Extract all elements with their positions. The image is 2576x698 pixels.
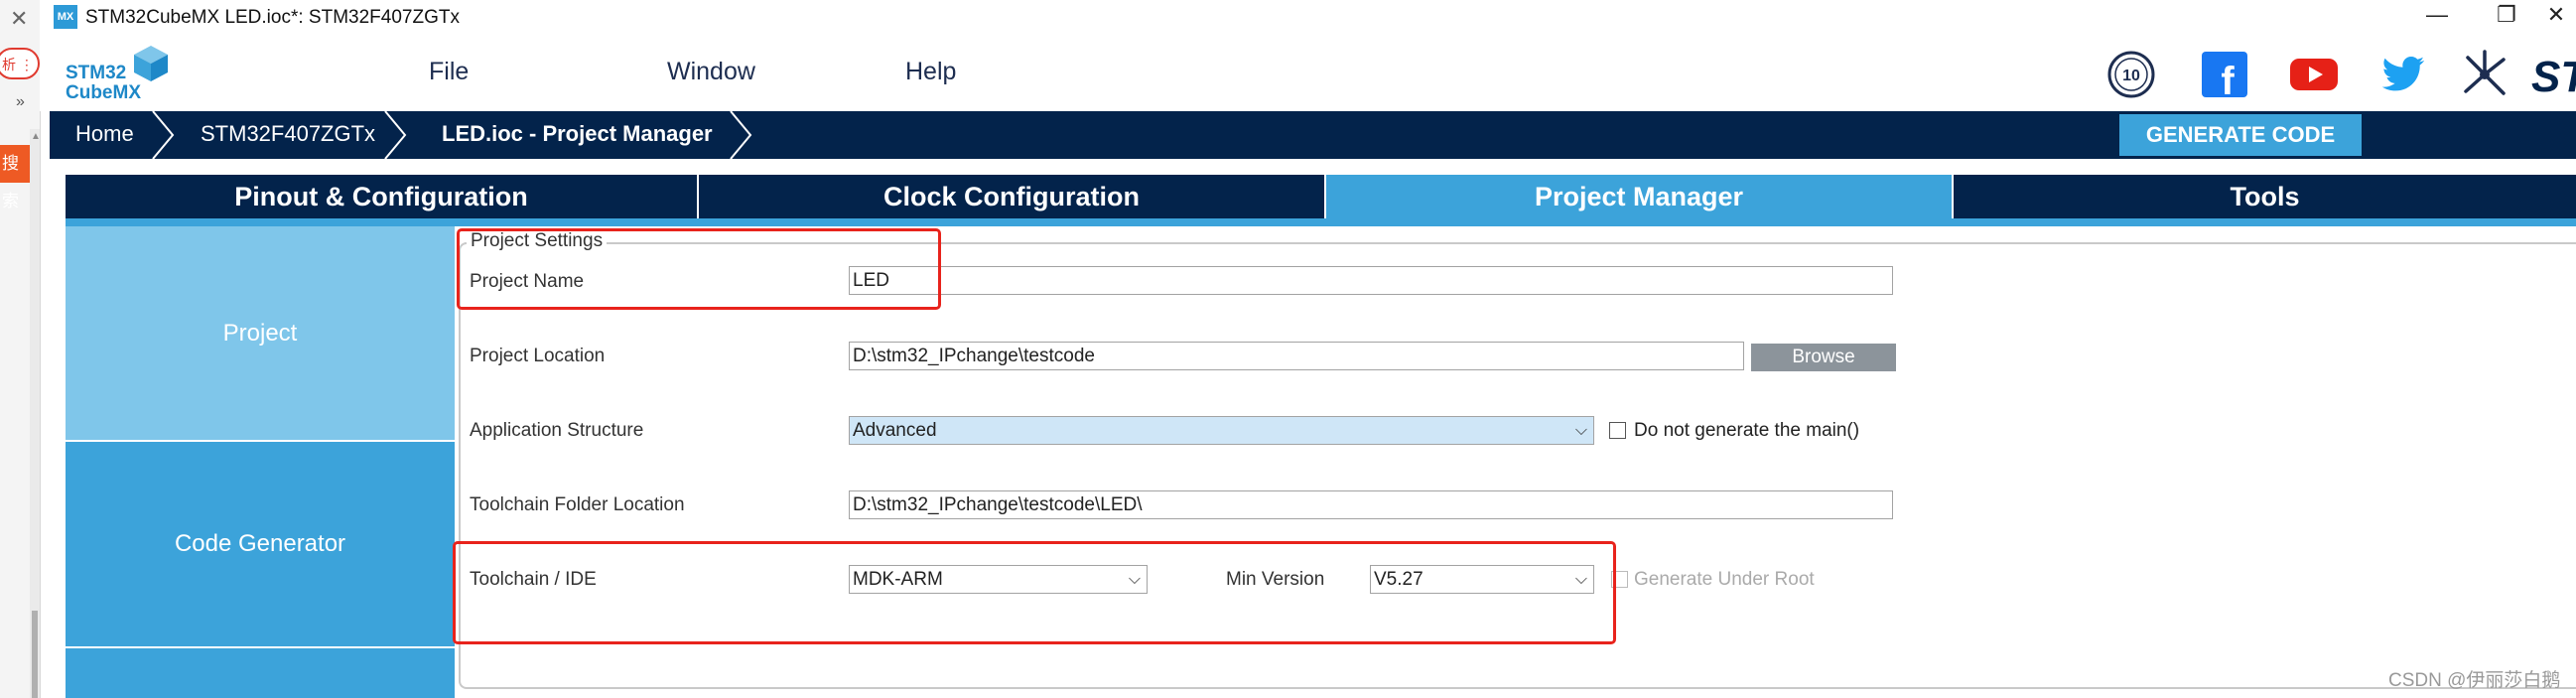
toolchain-folder-input[interactable]: D:\stm32_IPchange\testcode\LED\ (849, 490, 1893, 519)
title-bar: MX STM32CubeMX LED.ioc*: STM32F407ZGTx —… (40, 0, 2576, 36)
menu-window[interactable]: Window (667, 58, 755, 86)
search-button[interactable]: 搜索 (0, 145, 30, 210)
tab-clock-configuration[interactable]: Clock Configuration (699, 175, 1326, 218)
logo-line-1: STM32 (66, 63, 127, 83)
tab-underline (66, 218, 2576, 226)
nav-advanced-settings[interactable] (66, 648, 455, 698)
no-main-checkbox[interactable] (1609, 422, 1626, 439)
anniversary-10-icon[interactable]: 10 (2106, 50, 2156, 99)
breadcrumb-separator-icon (152, 111, 175, 159)
youtube-icon[interactable] (2289, 50, 2339, 99)
breadcrumb-separator-icon (730, 111, 752, 159)
application-structure-value: Advanced (853, 420, 937, 441)
window-title: STM32CubeMX LED.ioc*: STM32F407ZGTx (85, 7, 460, 28)
stm32cubemx-logo: STM32 CubeMX (66, 64, 141, 103)
menu-file[interactable]: File (429, 58, 469, 86)
tab-tools[interactable]: Tools (1954, 175, 2576, 218)
close-icon[interactable]: ✕ (10, 6, 28, 32)
network-icon[interactable] (2460, 50, 2509, 99)
breadcrumb: Home STM32F407ZGTx LED.ioc - Project Man… (50, 111, 2576, 159)
st-logo-icon[interactable]: ST (2529, 50, 2576, 99)
generate-under-root-label: Generate Under Root (1634, 569, 1815, 590)
main-tabs: Pinout & Configuration Clock Configurati… (66, 175, 2576, 218)
cube-logo-icon (134, 46, 168, 81)
watermark: CSDN @伊丽莎白鹅 (2388, 670, 2561, 691)
st-logo-text: ST (2531, 53, 2576, 99)
nav-code-generator[interactable]: Code Generator (66, 442, 455, 646)
twitter-icon[interactable] (2378, 50, 2428, 99)
tab-project-manager[interactable]: Project Manager (1326, 175, 1954, 218)
chevron-down-icon: ⌵ (1574, 422, 1587, 439)
breadcrumb-device[interactable]: STM32F407ZGTx (201, 121, 375, 147)
app-header: STM32 CubeMX File Window Help 10 f ST (40, 36, 2576, 111)
no-main-label: Do not generate the main() (1634, 420, 1860, 441)
breadcrumb-home[interactable]: Home (75, 121, 134, 147)
scroll-up-icon[interactable]: ▲ (31, 131, 41, 142)
facebook-letter: f (2221, 60, 2235, 99)
scrollbar-thumb[interactable] (32, 611, 38, 698)
background-window-strip: ✕ 析 ⋮ » 搜索 ▲ (0, 0, 41, 698)
facebook-icon[interactable]: f (2200, 50, 2249, 99)
project-name-input[interactable]: LED (849, 266, 1893, 295)
restore-icon[interactable]: ❐ (2487, 2, 2526, 28)
logo-line-2: CubeMX (66, 82, 141, 103)
tab-pinout-configuration[interactable]: Pinout & Configuration (66, 175, 699, 218)
application-structure-label: Application Structure (470, 420, 644, 441)
minimize-icon[interactable]: — (2417, 2, 2457, 28)
application-structure-select[interactable]: Advanced ⌵ (849, 416, 1594, 445)
chevron-right-icon[interactable]: » (16, 93, 25, 111)
analyze-menu-pill[interactable]: 析 ⋮ (0, 48, 40, 79)
browse-button[interactable]: Browse (1751, 344, 1896, 371)
anniversary-badge-text: 10 (2122, 68, 2140, 84)
project-location-input[interactable]: D:\stm32_IPchange\testcode (849, 342, 1744, 370)
menu-help[interactable]: Help (905, 58, 956, 86)
close-window-icon[interactable]: ✕ (2536, 2, 2576, 28)
highlight-box-toolchain (453, 541, 1616, 644)
highlight-box-project-name (457, 228, 941, 310)
project-location-label: Project Location (470, 346, 606, 366)
app-icon: MX (54, 5, 77, 29)
nav-project[interactable]: Project (66, 226, 455, 440)
breadcrumb-separator-icon (384, 111, 407, 159)
toolchain-folder-label: Toolchain Folder Location (470, 494, 685, 515)
breadcrumb-current[interactable]: LED.ioc - Project Manager (442, 121, 713, 147)
generate-code-button[interactable]: GENERATE CODE (2119, 114, 2362, 156)
